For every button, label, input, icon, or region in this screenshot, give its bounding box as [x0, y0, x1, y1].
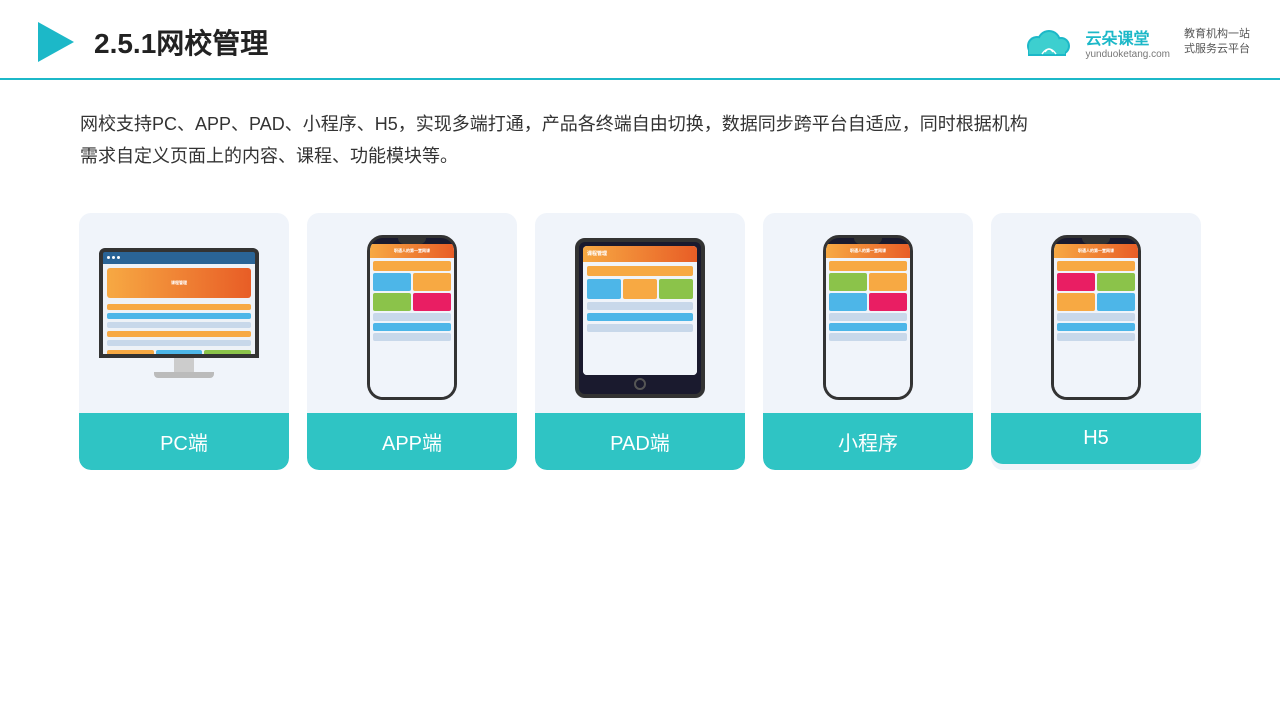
page-header: 2.5.1网校管理 云朵课堂 yunduoketang.com 教育机构一站 式… — [0, 0, 1280, 80]
card-pad-label: PAD端 — [535, 413, 745, 470]
logo-name: 云朵课堂 — [1085, 25, 1170, 49]
card-app-label: APP端 — [307, 413, 517, 470]
tablet-pad: 课程管理 — [575, 238, 705, 398]
card-pc: 课程管理 — [79, 213, 289, 470]
card-h5-label: H5 — [991, 413, 1201, 464]
logo-icon — [1017, 24, 1077, 60]
play-icon — [30, 18, 78, 66]
cards-section: 课程管理 — [0, 183, 1280, 500]
header-logo-area: 云朵课堂 yunduoketang.com 教育机构一站 式服务云平台 — [1017, 24, 1250, 60]
logo-url: yunduoketang.com — [1085, 49, 1170, 60]
phone-app: 职通人的第一堂网课 — [367, 235, 457, 400]
card-pc-image: 课程管理 — [79, 213, 289, 413]
phone-h5: 职通人的第一堂网课 — [1051, 235, 1141, 400]
card-h5: 职通人的第一堂网课 — [991, 213, 1201, 470]
logo-slogan: 教育机构一站 式服务云平台 — [1184, 27, 1250, 58]
page-title: 2.5.1网校管理 — [94, 22, 268, 62]
description-line2: 需求自定义页面上的内容、课程、功能模块等。 — [80, 140, 1200, 172]
logo-text-area: 云朵课堂 yunduoketang.com — [1085, 25, 1170, 60]
card-miniapp-image: 职通人的第一堂网课 — [763, 213, 973, 413]
card-miniapp: 职通人的第一堂网课 — [763, 213, 973, 470]
card-miniapp-label: 小程序 — [763, 413, 973, 470]
phone-miniapp: 职通人的第一堂网课 — [823, 235, 913, 400]
card-h5-image: 职通人的第一堂网课 — [991, 213, 1201, 413]
header-left: 2.5.1网校管理 — [30, 18, 268, 66]
card-app: 职通人的第一堂网课 — [307, 213, 517, 470]
card-pad-image: 课程管理 — [535, 213, 745, 413]
description-line1: 网校支持PC、APP、PAD、小程序、H5，实现多端打通，产品各终端自由切换，数… — [80, 108, 1200, 140]
description-area: 网校支持PC、APP、PAD、小程序、H5，实现多端打通，产品各终端自由切换，数… — [0, 80, 1280, 183]
card-app-image: 职通人的第一堂网课 — [307, 213, 517, 413]
card-pad: 课程管理 PAD端 — [535, 213, 745, 470]
pc-monitor: 课程管理 — [99, 248, 269, 388]
card-pc-label: PC端 — [79, 413, 289, 470]
